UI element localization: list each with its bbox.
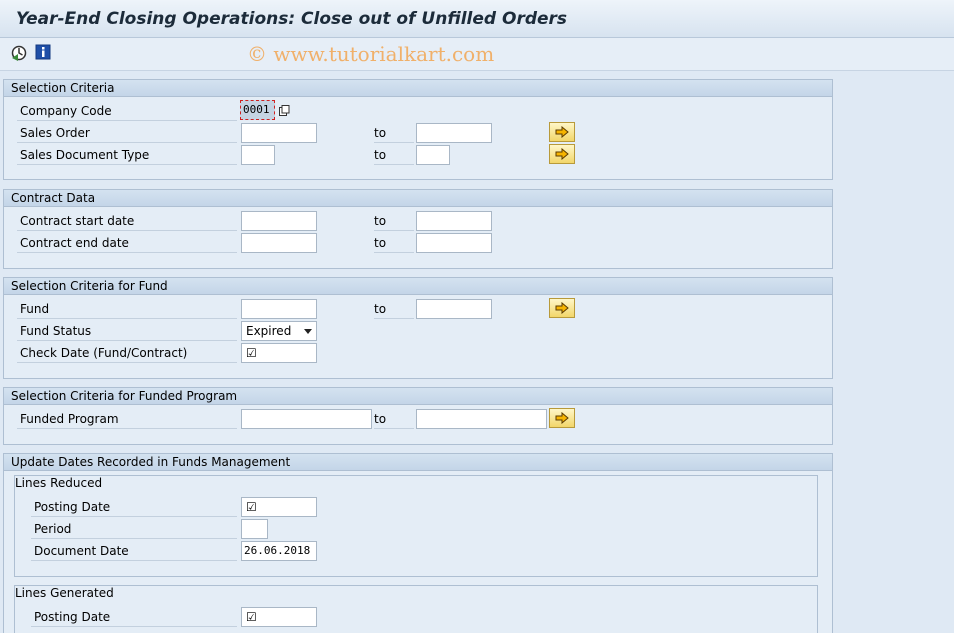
sales-doc-type-label: Sales Document Type	[17, 145, 237, 165]
subgroup-title: Lines Reduced	[15, 476, 103, 490]
contract-end-from-input[interactable]	[241, 233, 317, 253]
to-label: to	[374, 233, 414, 253]
group-title: Update Dates Recorded in Funds Managemen…	[4, 454, 832, 471]
company-code-input[interactable]: 0001	[240, 100, 275, 120]
check-date-label: Check Date (Fund/Contract)	[17, 343, 237, 363]
fund-status-value: Expired	[246, 324, 292, 338]
execute-icon[interactable]	[10, 44, 28, 62]
check-date-checkbox[interactable]: ☑	[241, 343, 317, 363]
to-label: to	[374, 145, 414, 165]
title-bar: Year-End Closing Operations: Close out o…	[0, 0, 954, 38]
funded-program-to-input[interactable]	[416, 409, 547, 429]
period-input[interactable]	[241, 519, 268, 539]
fund-from-input[interactable]	[241, 299, 317, 319]
posting-date-label: Posting Date	[31, 607, 237, 627]
contract-end-to-input[interactable]	[416, 233, 492, 253]
subgroup-title: Lines Generated	[15, 586, 114, 600]
page-title: Year-End Closing Operations: Close out o…	[16, 9, 568, 29]
sales-doc-type-from-input[interactable]	[241, 145, 275, 165]
posting-date-checkbox[interactable]: ☑	[241, 497, 317, 517]
document-date-label: Document Date	[31, 541, 237, 561]
fund-status-label: Fund Status	[17, 321, 237, 341]
group-title: Selection Criteria	[4, 80, 832, 97]
sales-order-from-input[interactable]	[241, 123, 317, 143]
contract-start-to-input[interactable]	[416, 211, 492, 231]
period-label: Period	[31, 519, 237, 539]
posting-date-checkbox[interactable]: ☑	[241, 607, 317, 627]
fund-to-input[interactable]	[416, 299, 492, 319]
fund-label: Fund	[17, 299, 237, 319]
fund-status-select[interactable]: Expired	[241, 321, 317, 341]
company-code-label: Company Code	[17, 101, 237, 121]
multiple-selection-button[interactable]	[549, 298, 575, 318]
contract-start-label: Contract start date	[17, 211, 237, 231]
group-title: Selection Criteria for Funded Program	[4, 388, 832, 405]
info-icon[interactable]	[35, 44, 53, 62]
to-label: to	[374, 409, 414, 429]
funded-program-from-input[interactable]	[241, 409, 372, 429]
watermark: © www.tutorialkart.com	[247, 42, 495, 66]
contract-end-label: Contract end date	[17, 233, 237, 253]
funded-program-label: Funded Program	[17, 409, 237, 429]
sales-order-to-input[interactable]	[416, 123, 492, 143]
multiple-selection-button[interactable]	[549, 408, 575, 428]
group-title: Selection Criteria for Fund	[4, 278, 832, 295]
to-label: to	[374, 299, 414, 319]
contract-start-from-input[interactable]	[241, 211, 317, 231]
sales-order-label: Sales Order	[17, 123, 237, 143]
chevron-down-icon	[304, 329, 312, 334]
copy-icon[interactable]	[279, 105, 290, 116]
to-label: to	[374, 211, 414, 231]
posting-date-label: Posting Date	[31, 497, 237, 517]
sales-doc-type-to-input[interactable]	[416, 145, 450, 165]
multiple-selection-button[interactable]	[549, 122, 575, 142]
document-date-input[interactable]: 26.06.2018	[241, 541, 317, 561]
group-title: Contract Data	[4, 190, 832, 207]
to-label: to	[374, 123, 414, 143]
multiple-selection-button[interactable]	[549, 144, 575, 164]
